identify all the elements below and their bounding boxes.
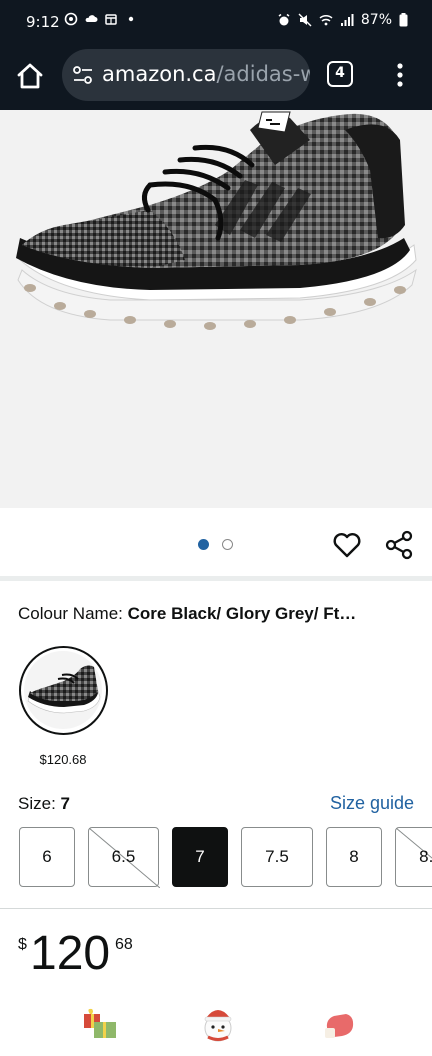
signal-icon bbox=[340, 14, 354, 26]
swatch-price: $120.68 bbox=[39, 752, 87, 767]
wifi-icon bbox=[319, 14, 333, 26]
price-whole: 120 bbox=[30, 927, 111, 980]
size-option-6-5[interactable]: 6.5 bbox=[88, 827, 160, 888]
size-option-7-5[interactable]: 7.5 bbox=[241, 827, 313, 887]
status-left-icons bbox=[64, 12, 138, 26]
cloud-icon bbox=[85, 15, 98, 22]
price-symbol: $ bbox=[18, 936, 27, 953]
size-label-row: Size: 7 bbox=[18, 794, 70, 814]
price-fraction: 68 bbox=[115, 936, 133, 953]
swatch-shoe-illustration bbox=[27, 665, 101, 714]
status-bar: 9:12 87% bbox=[0, 0, 432, 44]
snowman-icon[interactable] bbox=[198, 1004, 238, 1044]
url-text[interactable]: amazon.ca/adidas-wo bbox=[102, 62, 310, 86]
shoe-illustration bbox=[16, 111, 417, 330]
image-dot-1[interactable] bbox=[198, 539, 209, 550]
size-guide-link[interactable]: Size guide bbox=[330, 793, 414, 814]
swatch-image bbox=[24, 651, 102, 729]
image-controls bbox=[0, 508, 432, 576]
battery-percent: 87% bbox=[360, 12, 392, 28]
colour-label: Colour Name: bbox=[18, 604, 123, 623]
size-option-label: 6.5 bbox=[111, 847, 136, 866]
calendar-icon bbox=[105, 14, 117, 25]
size-option-8[interactable]: 8 bbox=[326, 827, 382, 887]
size-option-label: 8 bbox=[349, 847, 359, 866]
image-dot-2[interactable] bbox=[222, 539, 233, 550]
colour-swatch[interactable] bbox=[19, 646, 108, 735]
address-bar[interactable]: amazon.ca/adidas-wo bbox=[62, 49, 310, 101]
site-settings-icon[interactable] bbox=[72, 65, 94, 85]
overflow-menu-icon[interactable] bbox=[390, 60, 410, 90]
size-option-6[interactable]: 6 bbox=[19, 827, 75, 887]
mitten-icon[interactable] bbox=[320, 1004, 360, 1044]
size-option-label: 8.5 bbox=[419, 847, 432, 866]
size-selected-value: 7 bbox=[60, 794, 70, 813]
gift-icon[interactable] bbox=[80, 1004, 120, 1044]
holiday-icons-row bbox=[0, 996, 432, 1056]
size-option-label: 7.5 bbox=[265, 847, 289, 866]
colour-name-row: Colour Name: Core Black/ Glory Grey/ Ft… bbox=[18, 604, 414, 624]
alarm-icon bbox=[278, 13, 290, 26]
heart-icon[interactable] bbox=[333, 532, 361, 558]
colour-value: Core Black/ Glory Grey/ Ft… bbox=[127, 604, 357, 623]
url-path: /adidas-wo bbox=[216, 62, 310, 86]
home-icon[interactable] bbox=[14, 60, 46, 92]
size-option-label: 6 bbox=[42, 847, 52, 866]
battery-icon bbox=[399, 13, 408, 27]
price-divider bbox=[0, 908, 432, 909]
status-right-icons: 87% bbox=[277, 12, 408, 28]
dot-icon bbox=[128, 16, 134, 22]
product-image[interactable] bbox=[0, 110, 432, 508]
section-divider bbox=[0, 576, 432, 581]
size-option-label: 7 bbox=[195, 847, 205, 866]
url-host: amazon.ca bbox=[102, 62, 217, 86]
tab-switcher-button[interactable]: 4 bbox=[327, 61, 353, 87]
status-time: 9:12 bbox=[26, 13, 60, 31]
size-option-7[interactable]: 7 bbox=[172, 827, 228, 887]
mute-icon bbox=[298, 13, 312, 27]
size-label: Size: bbox=[18, 794, 56, 813]
size-options: 6 6.5 7 7.5 8 8.5 bbox=[0, 827, 432, 889]
share-icon[interactable] bbox=[385, 530, 413, 560]
chrome-icon bbox=[64, 12, 78, 26]
size-option-8-5[interactable]: 8.5 bbox=[395, 827, 432, 887]
browser-toolbar: amazon.ca/adidas-wo 4 bbox=[0, 44, 432, 110]
